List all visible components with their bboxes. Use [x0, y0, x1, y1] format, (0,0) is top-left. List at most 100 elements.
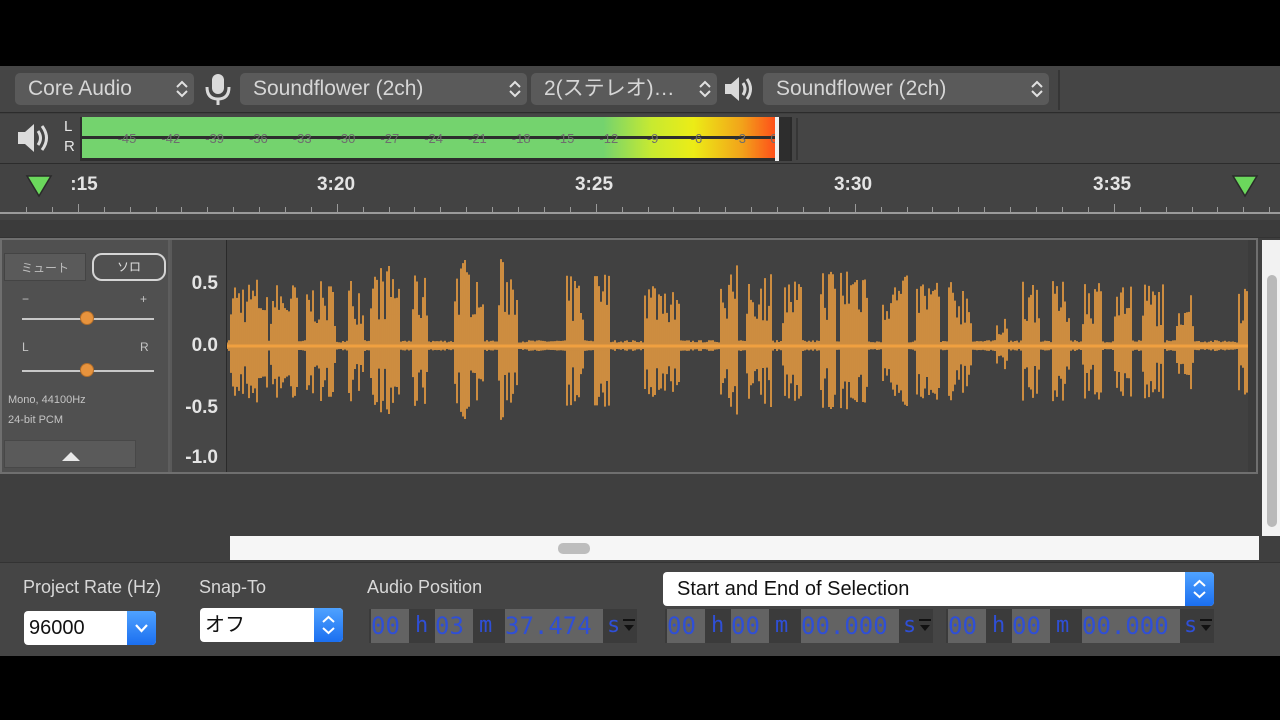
ruler-tick: [466, 207, 467, 212]
snap-to-select[interactable]: オフ: [200, 608, 343, 642]
chevron-down-icon[interactable]: [127, 611, 156, 645]
minutes-digits[interactable]: 00: [1012, 609, 1050, 643]
recording-device-select[interactable]: Soundflower (2ch): [240, 73, 527, 105]
time-format-menu-icon[interactable]: [623, 617, 635, 637]
ruler-tick: [881, 207, 882, 212]
ruler-tick: [622, 207, 623, 212]
meter-tick-label: -27: [380, 131, 400, 146]
pan-left-label: L: [22, 340, 29, 354]
seconds-digits[interactable]: 00.000: [801, 609, 899, 643]
audio-position-time[interactable]: 00 h 03 m 37.474 s: [369, 609, 637, 643]
hours-digits[interactable]: 00: [667, 609, 705, 643]
ruler-tick: [52, 207, 53, 212]
time-label: 3:20: [316, 174, 356, 195]
recording-channels-select[interactable]: 2(ステレオ)…: [531, 73, 717, 105]
ruler-tick: [984, 207, 985, 212]
waveform-display[interactable]: [226, 240, 1248, 472]
ruler-spacer: [0, 220, 1280, 238]
selection-start-time[interactable]: 00 h 00 m 00.000 s: [665, 609, 933, 643]
meter-tick-label: -39: [205, 131, 224, 146]
speaker-icon: [722, 72, 756, 106]
mute-button[interactable]: ミュート: [4, 253, 86, 281]
hours-unit: h: [992, 613, 1006, 638]
y-tick-label: 0.0: [191, 335, 218, 356]
meter-tick-label: -33: [292, 131, 312, 146]
playback-device-select[interactable]: Soundflower (2ch): [763, 73, 1049, 105]
meter-scale: -45 -42 -39 -36 -33 -30 -27 -24 -21 -18 -15 -12 -9 -6…: [82, 131, 792, 147]
y-tick-label: -1.0: [185, 447, 218, 468]
ruler-tick: [233, 207, 234, 212]
selection-mode-select[interactable]: Start and End of Selection: [663, 572, 1214, 606]
seconds-unit: s: [903, 613, 917, 638]
snap-to-value: オフ: [205, 614, 245, 636]
seconds-digits[interactable]: 37.474: [505, 609, 603, 643]
horizontal-scroll-thumb[interactable]: [558, 543, 590, 554]
collapse-track-button[interactable]: [4, 440, 136, 468]
updown-chevron-icon: [176, 79, 188, 99]
ruler-tick: [26, 207, 27, 212]
y-tick-label: 0.5: [191, 273, 218, 294]
time-format-menu-icon[interactable]: [919, 617, 931, 637]
playback-level-meter[interactable]: -45 -42 -39 -36 -33 -30 -27 -24 -21 -18 -15 -12 -9 -6…: [80, 117, 792, 161]
pan-slider-thumb[interactable]: [80, 363, 94, 377]
updown-chevron-icon: [509, 79, 521, 99]
track-control-panel: ミュート ソロ − + L R Mono, 44100Hz 24-bit PCM: [2, 240, 170, 472]
snap-to-label: Snap-To: [199, 577, 267, 597]
ruler-tick: [596, 204, 597, 212]
hours-digits[interactable]: 00: [371, 609, 409, 643]
minutes-unit: m: [775, 613, 789, 638]
seconds-unit: s: [1184, 613, 1198, 638]
ruler-baseline: [0, 212, 1280, 214]
amplitude-axis: 0.5 0.0 -0.5 -1.0: [172, 240, 226, 472]
ruler-tick: [207, 207, 208, 212]
ruler-tick: [907, 207, 908, 212]
hours-digits[interactable]: 00: [948, 609, 986, 643]
vertical-scrollbar[interactable]: [1262, 240, 1280, 536]
audio-host-select[interactable]: Core Audio: [15, 73, 194, 105]
playback-meter-speaker-icon[interactable]: [14, 120, 54, 156]
ruler-tick: [337, 204, 338, 212]
time-label: 3:35: [1092, 174, 1132, 195]
timeline-ruler[interactable]: :15 3:20 3:25 3:30 3:35: [0, 164, 1280, 220]
selection-mode-value: Start and End of Selection: [677, 578, 910, 600]
meter-tick-label: -12: [599, 131, 619, 146]
ruler-tick: [285, 207, 286, 212]
track-format-bits: 24-bit PCM: [8, 414, 64, 426]
gain-slider-thumb[interactable]: [80, 311, 94, 325]
ruler-tick: [673, 207, 674, 212]
track-format-rate: Mono, 44100Hz: [8, 394, 86, 406]
ruler-tick: [1114, 204, 1115, 212]
ruler-tick: [181, 207, 182, 212]
meter-tick-label: -3: [734, 131, 746, 146]
minutes-digits[interactable]: 03: [435, 609, 473, 643]
project-rate-combo[interactable]: 96000: [24, 611, 156, 645]
vertical-scroll-thumb[interactable]: [1267, 275, 1277, 527]
ruler-tick: [1192, 207, 1193, 212]
updown-chevron-icon[interactable]: [1185, 572, 1214, 606]
recording-channels-value: 2(ステレオ)…: [544, 77, 675, 100]
ruler-tick: [803, 207, 804, 212]
ruler-tick: [492, 207, 493, 212]
audio-track[interactable]: ミュート ソロ − + L R Mono, 44100Hz 24-bit PCM…: [0, 238, 1258, 474]
ruler-tick: [1217, 207, 1218, 212]
device-toolbar: Core Audio Soundflower (2ch) 2(ステレオ)… So…: [0, 66, 1280, 113]
solo-button[interactable]: ソロ: [92, 253, 166, 281]
hours-unit: h: [711, 613, 725, 638]
meter-tick-label: -45: [117, 131, 137, 146]
meter-tick-label: -21: [467, 131, 487, 146]
time-label: 3:30: [833, 174, 873, 195]
ruler-tick: [440, 207, 441, 212]
ruler-tick: [311, 207, 312, 212]
horizontal-scrollbar[interactable]: [230, 536, 1259, 560]
meter-tick-label: -9: [646, 131, 659, 146]
play-region-start-icon[interactable]: [24, 172, 54, 202]
seconds-digits[interactable]: 00.000: [1082, 609, 1180, 643]
ruler-tick: [389, 207, 390, 212]
selection-end-time[interactable]: 00 h 00 m 00.000 s: [946, 609, 1214, 643]
time-format-menu-icon[interactable]: [1200, 617, 1212, 637]
play-region-end-icon[interactable]: [1230, 172, 1260, 202]
minutes-digits[interactable]: 00: [731, 609, 769, 643]
meter-tick-label: -18: [511, 131, 531, 146]
updown-chevron-icon[interactable]: [314, 608, 343, 642]
ruler-tick: [932, 207, 933, 212]
